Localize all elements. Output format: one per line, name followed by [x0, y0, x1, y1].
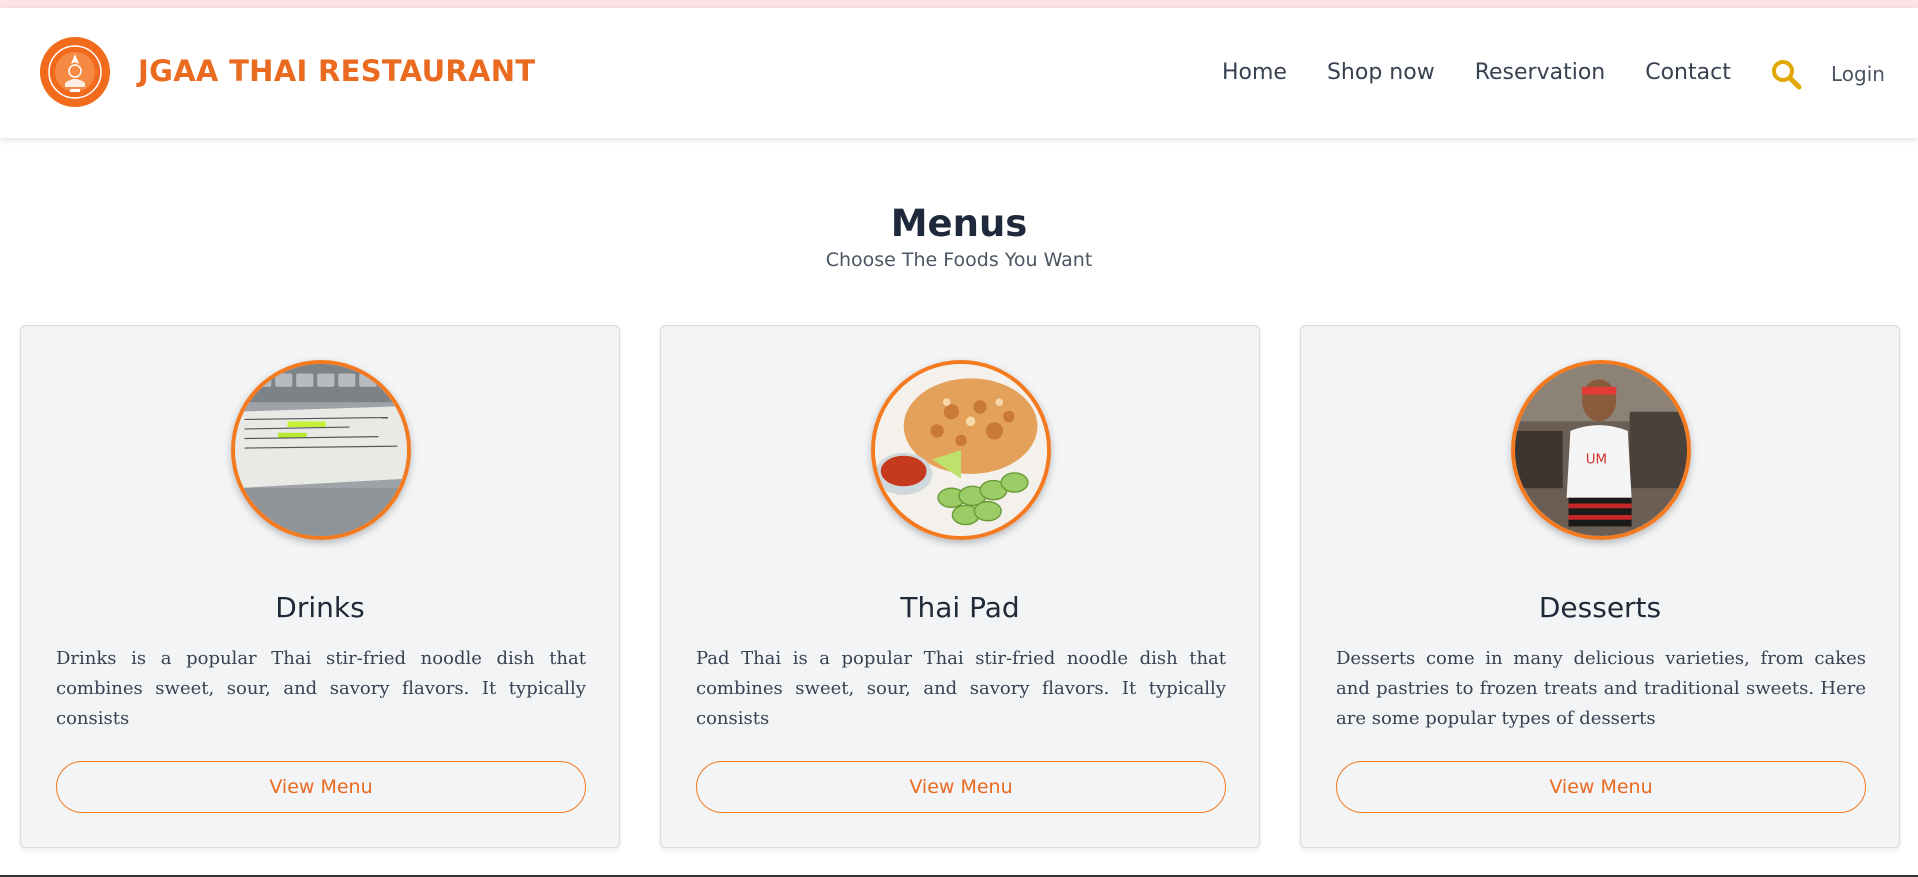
card-title: Desserts	[1538, 591, 1662, 624]
main-nav: Home Shop now Reservation Contact	[1222, 60, 1771, 85]
menu-card-drinks: Drinks Drinks is a popular Thai stir-fri…	[20, 325, 620, 848]
nav-shop-now[interactable]: Shop now	[1327, 60, 1435, 85]
card-title: Drinks	[275, 591, 365, 624]
login-link[interactable]: Login	[1831, 62, 1885, 86]
top-strip	[0, 0, 1918, 8]
nav-contact[interactable]: Contact	[1645, 60, 1731, 85]
nav-home[interactable]: Home	[1222, 60, 1287, 85]
logo-emblem-icon	[42, 39, 108, 105]
view-menu-button-drinks[interactable]: View Menu	[56, 761, 586, 813]
menu-card-thai-pad: Thai Pad Pad Thai is a popular Thai stir…	[660, 325, 1260, 848]
search-icon[interactable]	[1770, 58, 1802, 90]
navbar: JGAA THAI RESTAURANT Home Shop now Reser…	[0, 8, 1918, 138]
nav-reservation[interactable]: Reservation	[1475, 60, 1606, 85]
card-title: Thai Pad	[900, 591, 1020, 624]
view-menu-button-desserts[interactable]: View Menu	[1336, 761, 1866, 813]
view-menu-button-thai-pad[interactable]: View Menu	[696, 761, 1226, 813]
section-title: Menus	[890, 202, 1028, 245]
card-description: Desserts come in many delicious varietie…	[1336, 648, 1866, 729]
menu-card-desserts: UM Desserts Desserts come in many delici…	[1300, 325, 1900, 848]
brand-name[interactable]: JGAA THAI RESTAURANT	[138, 54, 535, 88]
restaurant-logo[interactable]	[40, 37, 110, 107]
desserts-image: UM	[1511, 360, 1691, 540]
svg-text:UM: UM	[1586, 452, 1607, 467]
thai-pad-image	[871, 360, 1051, 540]
card-description: Drinks is a popular Thai stir-fried nood…	[56, 648, 586, 729]
section-subtitle: Choose The Foods You Want	[825, 249, 1093, 271]
drinks-image	[231, 360, 411, 540]
card-description: Pad Thai is a popular Thai stir-fried no…	[696, 648, 1226, 729]
